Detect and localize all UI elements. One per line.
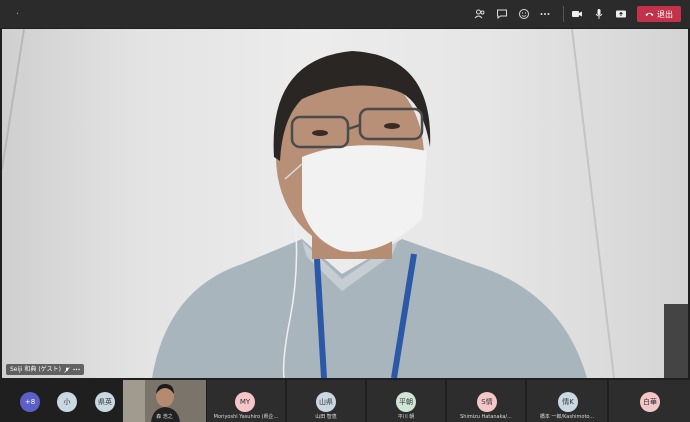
participant-initials: 平朝 xyxy=(399,398,413,406)
participant-tile[interactable]: 白華 xyxy=(609,380,690,422)
participant-name: 平川 朝 xyxy=(397,414,415,420)
participant-tile[interactable]: 情K 橋本 一郎/Kashimoto... xyxy=(527,380,607,422)
mic-off-icon xyxy=(64,366,70,373)
participant-initials: 情K xyxy=(562,398,574,406)
participant-avatar[interactable]: 小 xyxy=(57,392,77,412)
participant-avatar: 情K xyxy=(558,392,578,412)
participant-strip: +8 小 県英 MY Moriyoshi Yasuhiro (県企... 山県 … xyxy=(0,380,690,422)
meeting-title: . xyxy=(16,7,19,17)
participant-avatar: 山県 xyxy=(316,392,336,412)
participants-icon[interactable] xyxy=(472,6,488,22)
phone-hangup-icon xyxy=(645,12,654,16)
participant-avatar: S情 xyxy=(477,392,497,412)
more-participants-button[interactable]: +8 xyxy=(20,392,40,412)
participant-initials: 小 xyxy=(63,398,71,406)
more-participants-count: +8 xyxy=(24,398,36,406)
toolbar-divider xyxy=(563,6,564,22)
participant-avatar: 平朝 xyxy=(396,392,416,412)
participant-initials: 白華 xyxy=(643,398,657,406)
meeting-toolbar: . 退出 xyxy=(0,0,690,28)
more-icon[interactable] xyxy=(73,368,80,371)
speaker-name: Seiji 和典 (ゲスト) xyxy=(10,366,61,373)
participant-avatar: 白華 xyxy=(640,392,660,412)
camera-icon[interactable] xyxy=(569,6,585,22)
participant-avatar[interactable]: 県英 xyxy=(95,392,115,412)
meeting-window: . 退出 Seiji 和典 (ゲスト) +8 小 県英 MY Moriyoshi… xyxy=(0,0,690,422)
participant-initials: MY xyxy=(239,398,251,406)
microphone-icon[interactable] xyxy=(591,6,607,22)
participant-tile[interactable]: S情 Shimizu Hatanaka/... xyxy=(447,380,525,422)
leave-label: 退出 xyxy=(657,9,673,19)
leave-button[interactable]: 退出 xyxy=(637,6,681,22)
participant-initials: S情 xyxy=(481,398,493,406)
participant-tile[interactable]: MY Moriyoshi Yasuhiro (県企... xyxy=(207,380,285,422)
participant-tile[interactable]: 山県 山田 智恵 xyxy=(287,380,365,422)
speaker-video-image xyxy=(2,29,688,378)
more-options-icon[interactable] xyxy=(537,6,553,22)
participant-tile[interactable]: 平朝 平川 朝 xyxy=(367,380,445,422)
reactions-icon[interactable] xyxy=(516,6,532,22)
self-name: 森 浩之 xyxy=(156,414,173,420)
participant-name: 橋本 一郎/Kashimoto... xyxy=(539,414,595,420)
participant-initials: 山県 xyxy=(319,398,333,406)
main-video-feed: Seiji 和典 (ゲスト) xyxy=(2,29,688,378)
share-screen-icon[interactable] xyxy=(613,6,629,22)
participant-initials: 県英 xyxy=(98,398,112,406)
participant-name: 山田 智恵 xyxy=(315,414,337,420)
participant-avatar: MY xyxy=(235,392,255,412)
chat-icon[interactable] xyxy=(494,6,510,22)
participant-name: Moriyoshi Yasuhiro (県企... xyxy=(213,414,279,420)
self-video-tile[interactable]: 森 浩之 xyxy=(123,380,206,422)
speaker-name-tag: Seiji 和典 (ゲスト) xyxy=(6,364,84,375)
participant-name: Shimizu Hatanaka/... xyxy=(460,414,512,420)
